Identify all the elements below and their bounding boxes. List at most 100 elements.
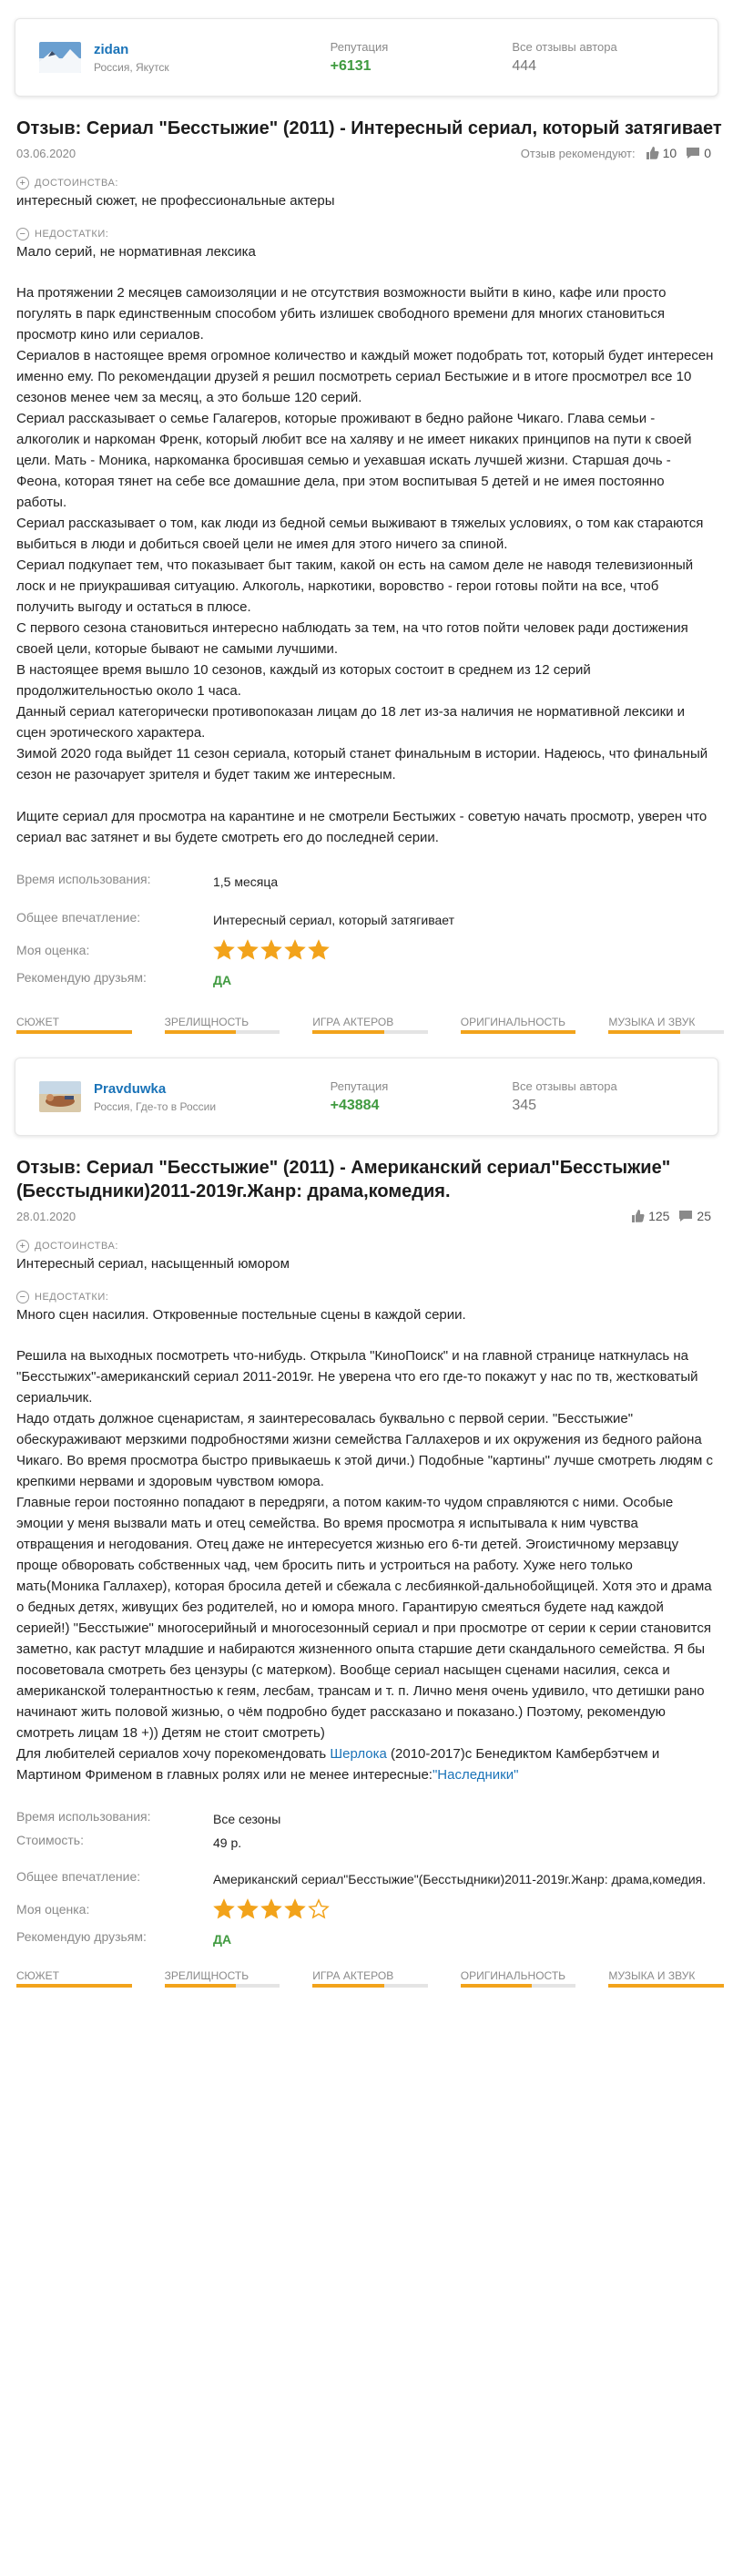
thumb-up-icon bbox=[646, 147, 659, 159]
review-2: Pravduwka Россия, Где-то в России Репута… bbox=[9, 1058, 724, 1988]
author-reviews-label[interactable]: Все отзывы автора bbox=[512, 40, 694, 54]
author-info: zidan Россия, Якутск bbox=[94, 42, 331, 74]
star-filled-icon bbox=[237, 1898, 259, 1919]
pros-text: интересный сюжет, не профессиональные ак… bbox=[16, 193, 335, 209]
body-paragraph: В настоящее время вышло 10 сезонов, кажд… bbox=[16, 662, 591, 699]
category-score-track bbox=[16, 1984, 132, 1988]
category-rating: ОРИГИНАЛЬНОСТЬ bbox=[460, 1969, 576, 1988]
author-location: Россия, Где-то в России bbox=[94, 1099, 217, 1113]
review-body: Решила на выходных посмотреть что-нибудь… bbox=[16, 1345, 718, 1785]
cons-text: Мало серий, не нормативная лексика bbox=[16, 244, 256, 260]
avatar[interactable] bbox=[39, 42, 81, 73]
author-name-link[interactable]: zidan bbox=[94, 42, 331, 57]
category-score-track bbox=[608, 1984, 724, 1988]
category-score-fill bbox=[312, 1984, 384, 1988]
reputation-value: +6131 bbox=[330, 58, 372, 74]
reputation-label: Репутация bbox=[330, 1079, 389, 1093]
author-reviews-count: 345 bbox=[512, 1098, 537, 1113]
page: zidan Россия, Якутск Репутация +6131 Все… bbox=[0, 0, 733, 2576]
cost-row: Стоимость: 49 р. bbox=[16, 1833, 724, 1853]
star-filled-icon bbox=[308, 939, 330, 960]
plus-icon: + bbox=[16, 177, 29, 189]
category-rating: ЗРЕЛИЩНОСТЬ bbox=[164, 1969, 280, 1988]
author-reviews-stat[interactable]: Все отзывы автора 444 bbox=[512, 40, 694, 75]
star-filled-icon bbox=[213, 1898, 235, 1919]
author-card: Pravduwka Россия, Где-то в России Репута… bbox=[15, 1058, 718, 1136]
review-title: Отзыв: Сериал "Бесстыжие" (2011) - Интер… bbox=[16, 118, 722, 138]
category-label: МУЗЫКА И ЗВУК bbox=[608, 1969, 696, 1982]
author-card: zidan Россия, Якутск Репутация +6131 Все… bbox=[15, 18, 718, 97]
pros-header: + ДОСТОИНСТВА: bbox=[16, 1240, 724, 1252]
body-paragraph: Решила на выходных посмотреть что-нибудь… bbox=[16, 1348, 698, 1406]
cons-header: − НЕДОСТАТКИ: bbox=[16, 228, 724, 240]
category-score-track bbox=[16, 1030, 132, 1034]
rating-label: Моя оценка: bbox=[16, 1902, 90, 1917]
category-label: СЮЖЕТ bbox=[16, 1969, 59, 1982]
cons-text: Много сцен насилия. Откровенные постельн… bbox=[16, 1307, 466, 1323]
cons-header: − НЕДОСТАТКИ: bbox=[16, 1291, 724, 1303]
star-filled-icon bbox=[213, 939, 235, 960]
category-rating: СЮЖЕТ bbox=[16, 1969, 132, 1988]
usage-value: 1,5 месяца bbox=[213, 874, 279, 889]
category-score-fill bbox=[312, 1030, 384, 1034]
category-rating: СЮЖЕТ bbox=[16, 1016, 132, 1034]
body-paragraph: Ищите сериал для просмотра на карантине … bbox=[16, 809, 708, 845]
category-label: ЗРЕЛИЩНОСТЬ bbox=[164, 1016, 249, 1028]
category-score-track bbox=[460, 1984, 576, 1988]
sherlock-link[interactable]: Шерлока bbox=[330, 1746, 386, 1762]
recommend-intro-text: Для любителей сериалов хочу порекомендов… bbox=[16, 1746, 331, 1762]
category-score-track bbox=[164, 1984, 280, 1988]
category-score-track bbox=[164, 1030, 280, 1034]
review-date: 28.01.2020 bbox=[16, 1209, 76, 1223]
rating-row: Моя оценка: bbox=[16, 1898, 724, 1920]
pros-text: Интересный сериал, насыщенный юмором bbox=[16, 1256, 290, 1272]
usage-label: Время использования: bbox=[16, 1809, 151, 1824]
category-rating: МУЗЫКА И ЗВУК bbox=[608, 1969, 724, 1988]
impression-row: Общее впечатление: Американский сериал"Б… bbox=[16, 1869, 724, 1889]
star-filled-icon bbox=[260, 1898, 282, 1919]
cons-label: НЕДОСТАТКИ: bbox=[35, 1292, 109, 1303]
like-button[interactable]: 125 bbox=[630, 1209, 669, 1223]
cost-label: Стоимость: bbox=[16, 1833, 84, 1847]
author-name-link[interactable]: Pravduwka bbox=[94, 1081, 331, 1097]
reputation-stat: Репутация +6131 bbox=[331, 40, 513, 75]
category-score-track bbox=[608, 1030, 724, 1034]
avatar[interactable] bbox=[39, 1081, 81, 1112]
reputation-label: Репутация bbox=[330, 40, 389, 54]
category-label: ИГРА АКТЕРОВ bbox=[312, 1969, 394, 1982]
comment-icon bbox=[687, 148, 700, 158]
category-rating: ОРИГИНАЛЬНОСТЬ bbox=[460, 1016, 576, 1034]
author-reviews-label[interactable]: Все отзывы автора bbox=[512, 1079, 694, 1093]
star-filled-icon bbox=[260, 939, 282, 960]
category-ratings: СЮЖЕТ ЗРЕЛИЩНОСТЬ ИГРА АКТЕРОВ ОРИГИНАЛЬНОС… bbox=[16, 1016, 724, 1034]
impression-label: Общее впечатление: bbox=[16, 910, 141, 925]
review-title: Отзыв: Сериал "Бесстыжие" (2011) - Амери… bbox=[16, 1158, 671, 1201]
nasledniki-link[interactable]: "Наследники" bbox=[433, 1767, 518, 1783]
body-paragraph: Надо отдать должное сценаристам, я заинт… bbox=[16, 1411, 713, 1489]
minus-icon: − bbox=[16, 228, 29, 240]
pros-label: ДОСТОИНСТВА: bbox=[35, 178, 118, 189]
like-button[interactable]: 10 bbox=[645, 146, 677, 160]
impression-value: Американский сериал"Бесстыжие"(Бесстыдни… bbox=[213, 1872, 707, 1886]
impression-row: Общее впечатление: Интересный сериал, ко… bbox=[16, 910, 724, 930]
recommend-friends-label: Рекомендую друзьям: bbox=[16, 970, 147, 985]
star-filled-icon bbox=[237, 939, 259, 960]
usage-row: Время использования: 1,5 месяца bbox=[16, 872, 724, 892]
rating-stars bbox=[213, 1898, 330, 1920]
review-date: 03.06.2020 bbox=[16, 146, 76, 160]
comment-count: 0 bbox=[704, 146, 711, 160]
star-filled-icon bbox=[284, 939, 306, 960]
like-count: 10 bbox=[662, 146, 677, 160]
body-paragraph: Данный сериал категорически противопоказ… bbox=[16, 704, 686, 741]
recommend-friends-value: ДА bbox=[213, 1932, 232, 1947]
comments-button[interactable]: 0 bbox=[686, 146, 711, 160]
review-body: На протяжении 2 месяцев самоизоляции и н… bbox=[16, 282, 718, 848]
category-score-track bbox=[312, 1984, 428, 1988]
cost-value: 49 р. bbox=[213, 1835, 242, 1850]
category-label: МУЗЫКА И ЗВУК bbox=[608, 1016, 696, 1028]
category-label: ОРИГИНАЛЬНОСТЬ bbox=[460, 1016, 566, 1028]
comments-button[interactable]: 25 bbox=[678, 1209, 711, 1223]
author-reviews-stat[interactable]: Все отзывы автора 345 bbox=[512, 1079, 694, 1114]
category-score-track bbox=[460, 1030, 576, 1034]
review-meta: Время использования: Все сезоны Стоимост… bbox=[16, 1809, 724, 1949]
